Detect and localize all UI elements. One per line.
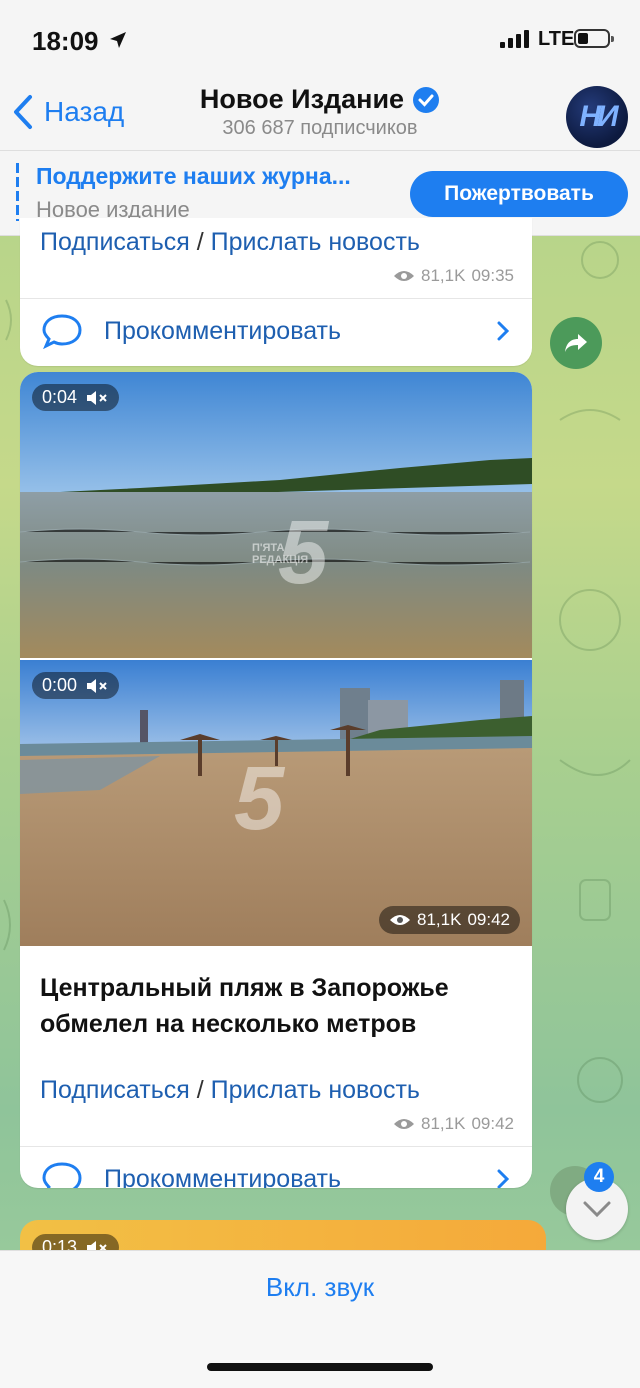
send-news-link[interactable]: Прислать новость — [211, 228, 420, 256]
video-duration: 0:00 — [42, 675, 78, 695]
video-thumbnail-river — [20, 372, 532, 658]
links-separator: / — [196, 228, 204, 256]
chevron-left-icon — [14, 95, 32, 129]
video-watermark: 5 — [234, 748, 284, 851]
send-news-link[interactable]: Прислать новость — [211, 1076, 420, 1104]
video-views: 81,1K — [417, 910, 462, 929]
subscribe-link[interactable]: Подписаться — [40, 228, 190, 256]
message-meta: 81,1K 09:42 — [393, 1114, 514, 1134]
back-button[interactable]: Назад — [12, 94, 124, 130]
verified-badge-icon — [413, 86, 440, 113]
links-separator: / — [196, 1076, 204, 1104]
cellular-signal-icon — [500, 30, 529, 48]
status-bar: 18:09 LTE — [0, 0, 640, 80]
location-arrow-icon — [110, 32, 126, 48]
message-card-main: 5 П'ЯТА РЕДАКЦІЯ 0:04 5 0:00 81,1K 09:42… — [20, 372, 532, 1188]
watermark-caption: П'ЯТА РЕДАКЦІЯ — [252, 542, 309, 566]
views-count: 81,1K — [421, 266, 466, 285]
video-time: 09:42 — [467, 910, 510, 929]
channel-avatar[interactable]: НИ — [566, 86, 628, 148]
eye-icon — [394, 1119, 415, 1129]
pinned-title: Поддержите наших журна... — [36, 163, 351, 189]
unmute-button[interactable]: Вкл. звук — [0, 1271, 640, 1304]
video-duration-badge[interactable]: 0:04 — [32, 384, 120, 411]
subscribe-link[interactable]: Подписаться — [40, 1076, 190, 1104]
channel-title: Новое Издание — [199, 84, 405, 114]
message-time: 09:42 — [471, 1114, 514, 1133]
share-button[interactable] — [550, 317, 602, 369]
battery-icon — [574, 29, 614, 48]
donate-button[interactable]: Пожертвовать — [410, 171, 628, 217]
comment-button[interactable]: Прокомментировать — [20, 1146, 532, 1188]
subscriber-count: 306 687 подписчиков — [222, 117, 418, 139]
post-text: Центральный пляж в Запорожье обмелел на … — [40, 974, 449, 1038]
post-links: Подписаться / Прислать новость — [40, 228, 420, 257]
share-arrow-icon — [565, 334, 587, 352]
muted-speaker-icon — [87, 390, 107, 405]
video-meta: 81,1K 09:42 — [379, 906, 520, 934]
chat-header: Назад Новое Издание 306 687 подписчиков … — [0, 80, 640, 150]
comment-bubble-icon — [42, 1162, 82, 1188]
chevron-right-icon — [497, 321, 510, 341]
eye-icon — [394, 271, 415, 281]
comment-label: Прокомментировать — [104, 1164, 342, 1189]
chevron-right-icon — [497, 1169, 510, 1188]
comment-button[interactable]: Прокомментировать — [20, 298, 532, 363]
video-player-1[interactable]: 5 П'ЯТА РЕДАКЦІЯ 0:04 — [20, 372, 532, 658]
video-duration: 0:04 — [42, 387, 78, 407]
chevron-down-icon — [583, 1201, 611, 1218]
unread-badge: 4 — [584, 1162, 614, 1192]
channel-info[interactable]: Новое Издание 306 687 подписчиков — [150, 84, 490, 140]
message-meta: 81,1K 09:35 — [393, 266, 514, 286]
muted-speaker-icon — [87, 678, 107, 693]
home-indicator — [207, 1363, 433, 1371]
comment-bubble-icon — [42, 314, 82, 349]
views-count: 81,1K — [421, 1114, 466, 1133]
pinned-indicator — [16, 163, 19, 221]
message-card: Подписаться / Прислать новость 81,1K 09:… — [20, 218, 532, 366]
network-type: LTE — [538, 28, 575, 50]
watermark-number: 5 — [234, 749, 285, 849]
comment-label: Прокомментировать — [104, 316, 342, 345]
back-label: Назад — [44, 96, 125, 127]
post-links: Подписаться / Прислать новость — [40, 1076, 420, 1105]
bottom-bar: Вкл. звук — [0, 1250, 640, 1388]
video-duration-badge[interactable]: 0:00 — [32, 672, 120, 699]
message-time: 09:35 — [471, 266, 514, 285]
eye-icon — [390, 915, 411, 925]
video-player-2[interactable]: 5 0:00 81,1K 09:42 — [20, 660, 532, 946]
avatar-logo-text: НИ — [579, 100, 618, 133]
status-time: 18:09 — [32, 26, 99, 56]
